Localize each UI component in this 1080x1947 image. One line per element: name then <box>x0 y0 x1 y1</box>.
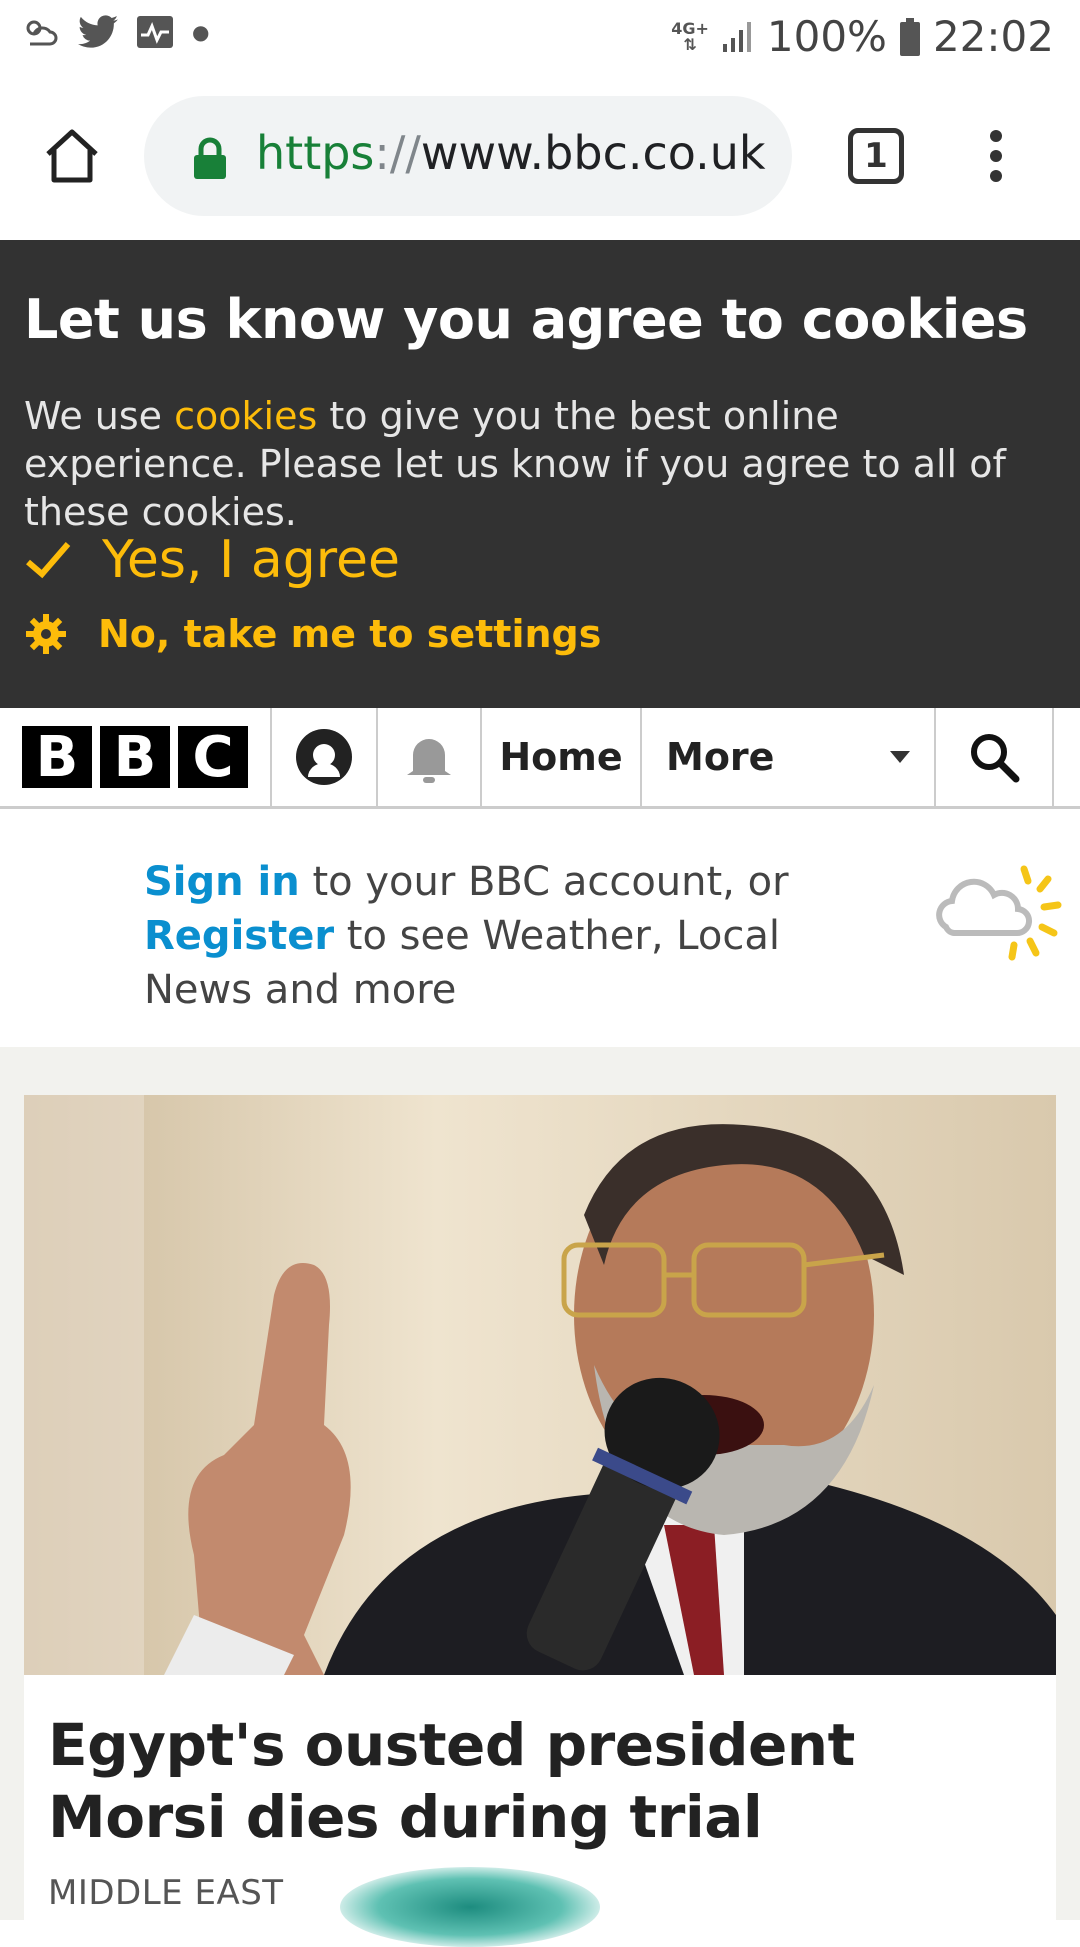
cookie-text-before: We use <box>24 394 175 438</box>
logo-block-b2: B <box>100 725 170 790</box>
url-separator: :// <box>374 126 421 180</box>
account-button[interactable] <box>272 708 378 806</box>
overflow-menu-icon[interactable] <box>984 124 1008 188</box>
story-headline[interactable]: Egypt's ousted president Morsi dies duri… <box>48 1709 1028 1853</box>
notifications-button[interactable] <box>378 708 482 806</box>
story-photo[interactable] <box>24 1095 1056 1675</box>
search-button[interactable] <box>936 708 1054 806</box>
register-link[interactable]: Register <box>144 913 334 959</box>
nav-home-link[interactable]: Home <box>482 708 642 806</box>
gear-icon <box>26 614 66 654</box>
url-scheme: https <box>256 126 375 180</box>
dropdown-arrow-icon <box>890 751 910 763</box>
url-text: https://www.bbc.co.uk <box>256 126 766 180</box>
settings-button[interactable]: No, take me to settings <box>24 612 601 656</box>
story-section-label[interactable]: MIDDLE EAST <box>48 1873 284 1913</box>
bbc-navigation: B B C Home More <box>0 708 1080 809</box>
dot-icon: ● <box>192 20 210 44</box>
browser-toolbar: https://www.bbc.co.uk 1 <box>0 78 1080 241</box>
weather-icon <box>936 865 1062 961</box>
media-indicator-glow <box>340 1867 600 1947</box>
account-icon <box>296 729 352 785</box>
url-host: www.bbc.co.uk <box>420 126 766 180</box>
top-story-card[interactable]: Egypt's ousted president Morsi dies duri… <box>24 1095 1056 1925</box>
battery-icon <box>899 17 920 56</box>
agree-label: Yes, I agree <box>102 530 400 590</box>
search-icon <box>971 734 1020 783</box>
cookie-description: We use cookies to give you the best onli… <box>24 392 1054 536</box>
settings-label: No, take me to settings <box>98 612 602 656</box>
content-area: Egypt's ousted president Morsi dies duri… <box>0 1047 1080 1947</box>
logo-block-c: C <box>178 725 248 790</box>
twitter-icon <box>78 15 118 48</box>
checkmark-icon <box>26 542 71 579</box>
agree-button[interactable]: Yes, I agree <box>24 530 400 590</box>
lock-icon <box>194 137 226 179</box>
bell-icon <box>407 739 451 783</box>
cookies-link[interactable]: cookies <box>174 394 317 438</box>
address-bar[interactable]: https://www.bbc.co.uk <box>144 96 792 216</box>
logo-block-b1: B <box>22 725 92 790</box>
story-photo-illustration <box>24 1095 1056 1675</box>
signin-link[interactable]: Sign in <box>144 859 300 905</box>
clock: 22:02 <box>932 12 1054 61</box>
signin-prompt: Sign in to your BBC account, or Register… <box>0 809 1080 1047</box>
signal-icon <box>722 21 751 52</box>
signin-text: Sign in to your BBC account, or Register… <box>144 855 884 1017</box>
status-bar: ● 4G+ ⇅ 100% 22:02 <box>0 0 1080 78</box>
notification-icons: ● <box>20 14 209 50</box>
activity-icon <box>137 16 173 48</box>
home-icon[interactable] <box>40 124 104 188</box>
more-label: More <box>666 735 775 779</box>
nav-more-dropdown[interactable]: More <box>642 708 936 806</box>
data-arrows-icon: ⇅ <box>683 34 697 54</box>
battery-percent: 100% <box>766 12 887 61</box>
bbc-logo[interactable]: B B C <box>0 708 272 806</box>
signin-text-1: to your BBC account, or <box>299 859 789 905</box>
network-type: 4G+ ⇅ <box>671 20 709 54</box>
system-status: 4G+ ⇅ 100% 22:02 <box>671 12 1054 61</box>
weather-notification-icon <box>26 20 58 46</box>
cookie-title: Let us know you agree to cookies <box>24 288 1028 351</box>
tab-switcher-button[interactable]: 1 <box>848 128 904 184</box>
cookie-banner: Let us know you agree to cookies We use … <box>0 240 1080 708</box>
